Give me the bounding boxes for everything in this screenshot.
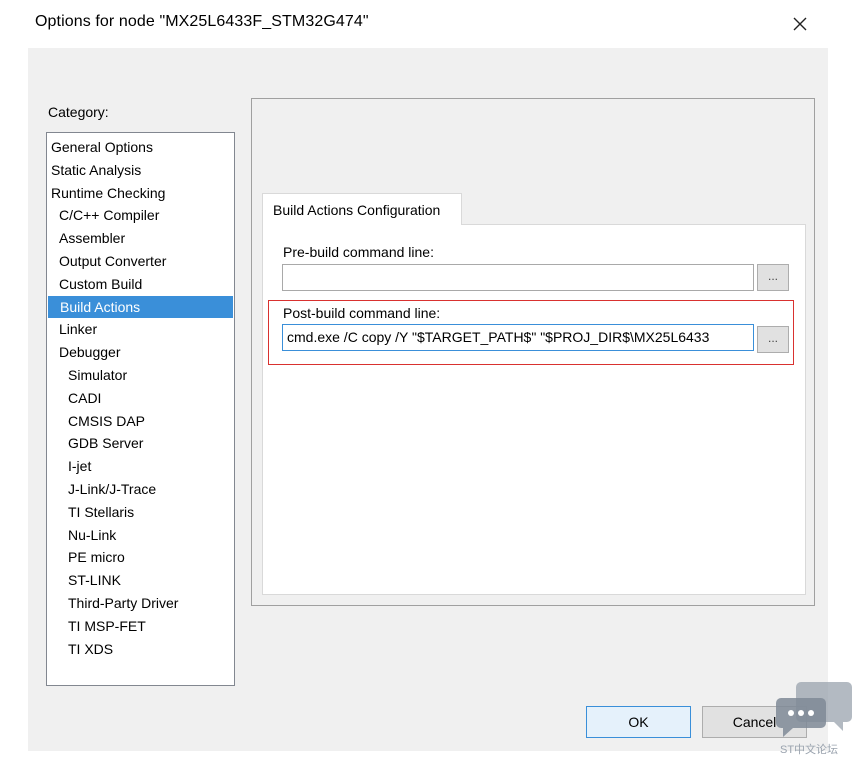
category-item-st-link[interactable]: ST-LINK xyxy=(47,569,234,592)
category-item-pe-micro[interactable]: PE micro xyxy=(47,546,234,569)
category-item-output-converter[interactable]: Output Converter xyxy=(47,250,234,273)
category-label: Category: xyxy=(48,104,109,120)
category-item-runtime-checking[interactable]: Runtime Checking xyxy=(47,182,234,205)
watermark-text: ST中文论坛 xyxy=(780,744,839,756)
pre-build-browse-button[interactable]: ... xyxy=(757,264,789,291)
category-item-general-options[interactable]: General Options xyxy=(47,136,234,159)
category-item-ti-msp-fet[interactable]: TI MSP-FET xyxy=(47,615,234,638)
category-item-ti-stellaris[interactable]: TI Stellaris xyxy=(47,501,234,524)
post-build-label: Post-build command line: xyxy=(283,305,441,321)
close-button[interactable] xyxy=(785,10,815,38)
category-item-build-actions[interactable]: Build Actions xyxy=(48,295,233,319)
ok-button[interactable]: OK xyxy=(586,706,691,738)
category-item-static-analysis[interactable]: Static Analysis xyxy=(47,159,234,182)
category-item-assembler[interactable]: Assembler xyxy=(47,227,234,250)
category-item-linker[interactable]: Linker xyxy=(47,318,234,341)
category-item-debugger[interactable]: Debugger xyxy=(47,341,234,364)
title-bar: Options for node "MX25L6433F_STM32G474" xyxy=(0,0,856,48)
category-item-j-link-j-trace[interactable]: J-Link/J-Trace xyxy=(47,478,234,501)
category-item-i-jet[interactable]: I-jet xyxy=(47,455,234,478)
post-build-browse-button[interactable]: ... xyxy=(757,326,789,353)
category-list[interactable]: General Options Static Analysis Runtime Ch… xyxy=(46,132,235,686)
post-build-command-input[interactable]: cmd.exe /C copy /Y "$TARGET_PATH$" "$PRO… xyxy=(282,324,754,351)
category-item-ti-xds[interactable]: TI XDS xyxy=(47,638,234,661)
window-title: Options for node "MX25L6433F_STM32G474" xyxy=(35,13,369,30)
category-item-gdb-server[interactable]: GDB Server xyxy=(47,432,234,455)
category-item-cadi[interactable]: CADI xyxy=(47,387,234,410)
category-item-third-party-driver[interactable]: Third-Party Driver xyxy=(47,592,234,615)
category-item-nu-link[interactable]: Nu-Link xyxy=(47,524,234,547)
pre-build-label: Pre-build command line: xyxy=(283,244,434,260)
category-item-custom-build[interactable]: Custom Build xyxy=(47,273,234,296)
category-item-simulator[interactable]: Simulator xyxy=(47,364,234,387)
pre-build-command-input[interactable] xyxy=(282,264,754,291)
tab-build-actions-configuration[interactable]: Build Actions Configuration xyxy=(262,193,462,225)
category-item-c-c-compiler[interactable]: C/C++ Compiler xyxy=(47,204,234,227)
close-icon xyxy=(793,17,807,31)
category-item-cmsis-dap[interactable]: CMSIS DAP xyxy=(47,410,234,433)
